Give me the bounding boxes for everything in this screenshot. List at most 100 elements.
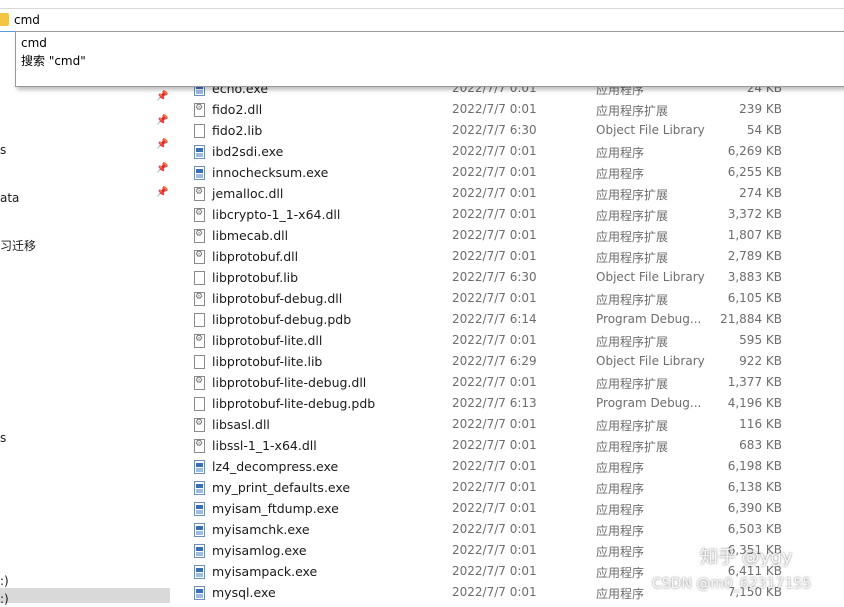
file-type: 应用程序扩展 (596, 440, 669, 454)
file-row[interactable]: fido2.dll 2022/7/7 0:01 应用程序扩展 239 KB (180, 100, 844, 121)
file-date: 2022/7/7 0:01 (452, 144, 537, 158)
file-type: Object File Library (596, 354, 705, 368)
file-date: 2022/7/7 0:01 (452, 207, 537, 221)
nav-item-label[interactable]: :) (0, 591, 9, 607)
suggestion-item[interactable]: 搜索 "cmd" (21, 52, 86, 70)
file-row[interactable]: lz4_decompress.exe 2022/7/7 0:01 应用程序 6,198… (180, 457, 844, 478)
file-date: 2022/7/7 0:01 (452, 459, 537, 473)
exe-file-icon (194, 481, 205, 495)
exe-file-icon (194, 544, 205, 558)
dll-file-icon (194, 103, 205, 117)
file-name: libprotobuf.dll (212, 249, 299, 264)
nav-item-label[interactable]: s (0, 430, 6, 446)
file-list: echo.exe2022/7/7 0:01应用程序24 KB fido2.dll 2… (180, 85, 844, 603)
file-type: 应用程序 (596, 503, 645, 517)
pin-icon[interactable]: 📌 (156, 139, 168, 151)
suggestion-item[interactable]: cmd (21, 34, 47, 52)
csdn-watermark: CSDN @m0_62317155 (652, 576, 812, 592)
file-date: 2022/7/7 0:01 (452, 585, 537, 599)
nav-item-label[interactable]: :) (0, 573, 9, 589)
file-row[interactable]: echo.exe 2022/7/7 0:01 应用程序 24 KB (180, 85, 844, 100)
file-date: 2022/7/7 0:01 (452, 249, 537, 263)
file-row[interactable]: libprotobuf-lite.lib 2022/7/7 6:29 Object … (180, 352, 844, 373)
pin-icon[interactable]: 📌 (156, 163, 168, 175)
nav-item-label[interactable]: ata (0, 190, 19, 206)
exe-file-icon (194, 166, 205, 180)
file-size: 6,138 KB (727, 480, 782, 494)
nav-selected-item[interactable] (0, 588, 170, 603)
dll-file-icon (194, 187, 205, 201)
file-date: 2022/7/7 0:01 (452, 438, 537, 452)
file-type: 应用程序 (596, 482, 645, 496)
file-row[interactable]: libssl-1_1-x64.dll 2022/7/7 0:01 应用程序扩展 683… (180, 436, 844, 457)
file-row[interactable]: libprotobuf-debug.dll 2022/7/7 0:01 应用程序扩展… (180, 289, 844, 310)
file-type: 应用程序 (596, 545, 645, 559)
file-date: 2022/7/7 0:01 (452, 417, 537, 431)
file-row[interactable]: libcrypto-1_1-x64.dll 2022/7/7 0:01 应用程序扩展… (180, 205, 844, 226)
file-icon (194, 355, 205, 369)
file-type: 应用程序扩展 (596, 188, 669, 202)
file-type: 应用程序扩展 (596, 377, 669, 391)
exe-file-icon (194, 145, 205, 159)
file-row[interactable]: fido2.lib 2022/7/7 6:30 Object File Librar… (180, 121, 844, 142)
nav-item-label[interactable]: 习迁移 (0, 238, 36, 254)
file-row[interactable]: myisam_ftdump.exe 2022/7/7 0:01 应用程序 6,390 … (180, 499, 844, 520)
file-date: 2022/7/7 6:29 (452, 354, 537, 368)
file-name: libprotobuf-lite-debug.pdb (212, 396, 376, 411)
file-size: 6,390 KB (727, 501, 782, 515)
file-name: myisamchk.exe (212, 522, 310, 537)
file-name: libmecab.dll (212, 228, 289, 243)
file-row[interactable]: libprotobuf-lite-debug.pdb 2022/7/7 6:13 P… (180, 394, 844, 415)
file-row[interactable]: libsasl.dll 2022/7/7 0:01 应用程序扩展 116 KB (180, 415, 844, 436)
file-row[interactable]: jemalloc.dll 2022/7/7 0:01 应用程序扩展 274 KB (180, 184, 844, 205)
file-type: 应用程序扩展 (596, 230, 669, 244)
file-row[interactable]: myisamchk.exe 2022/7/7 0:01 应用程序 6,503 KB (180, 520, 844, 541)
file-size: 922 KB (739, 354, 782, 368)
file-date: 2022/7/7 6:14 (452, 312, 537, 326)
file-name: libsasl.dll (212, 417, 270, 432)
address-bar[interactable] (0, 9, 844, 32)
file-size: 6,198 KB (727, 459, 782, 473)
file-name: libprotobuf-debug.dll (212, 291, 343, 306)
file-row[interactable]: innochecksum.exe 2022/7/7 0:01 应用程序 6,255 K… (180, 163, 844, 184)
exe-file-icon (194, 565, 205, 579)
file-type: 应用程序扩展 (596, 251, 669, 265)
pin-icon[interactable]: 📌 (156, 115, 168, 127)
file-icon (194, 271, 205, 285)
file-row[interactable]: libmecab.dll 2022/7/7 0:01 应用程序扩展 1,807 KB (180, 226, 844, 247)
file-date: 2022/7/7 0:01 (452, 228, 537, 242)
file-row[interactable]: libprotobuf.lib 2022/7/7 6:30 Object File … (180, 268, 844, 289)
file-type: 应用程序 (596, 566, 645, 580)
file-name: my_print_defaults.exe (212, 480, 351, 495)
file-type: 应用程序 (596, 587, 645, 601)
dll-file-icon (194, 418, 205, 432)
file-date: 2022/7/7 0:01 (452, 186, 537, 200)
file-row[interactable]: ibd2sdi.exe 2022/7/7 0:01 应用程序 6,269 KB (180, 142, 844, 163)
file-row[interactable]: my_print_defaults.exe 2022/7/7 0:01 应用程序 6,… (180, 478, 844, 499)
pin-icon[interactable]: 📌 (156, 187, 168, 199)
file-size: 595 KB (739, 333, 782, 347)
address-input[interactable] (14, 12, 414, 28)
file-row[interactable]: libprotobuf.dll 2022/7/7 0:01 应用程序扩展 2,789 … (180, 247, 844, 268)
file-date: 2022/7/7 0:01 (452, 522, 537, 536)
file-name: ibd2sdi.exe (212, 144, 284, 159)
file-date: 2022/7/7 0:01 (452, 564, 537, 578)
exe-file-icon (194, 586, 205, 600)
file-row[interactable]: libprotobuf-lite.dll 2022/7/7 0:01 应用程序扩展 5… (180, 331, 844, 352)
file-size: 116 KB (739, 417, 782, 431)
file-size: 21,884 KB (720, 312, 782, 326)
file-date: 2022/7/7 0:01 (452, 543, 537, 557)
dll-file-icon (194, 334, 205, 348)
file-type: 应用程序 (596, 146, 645, 160)
file-size: 3,372 KB (727, 207, 782, 221)
file-size: 54 KB (746, 123, 782, 137)
file-date: 2022/7/7 0:01 (452, 165, 537, 179)
file-type: 应用程序 (596, 461, 645, 475)
pin-icon[interactable]: 📌 (156, 91, 168, 103)
nav-item-label[interactable]: s (0, 142, 6, 158)
file-row[interactable]: libprotobuf-debug.pdb 2022/7/7 6:14 Progra… (180, 310, 844, 331)
file-name: libprotobuf-lite-debug.dll (212, 375, 367, 390)
file-size: 239 KB (739, 102, 782, 116)
file-row[interactable]: libprotobuf-lite-debug.dll 2022/7/7 0:01 应… (180, 373, 844, 394)
file-size: 6,269 KB (727, 144, 782, 158)
